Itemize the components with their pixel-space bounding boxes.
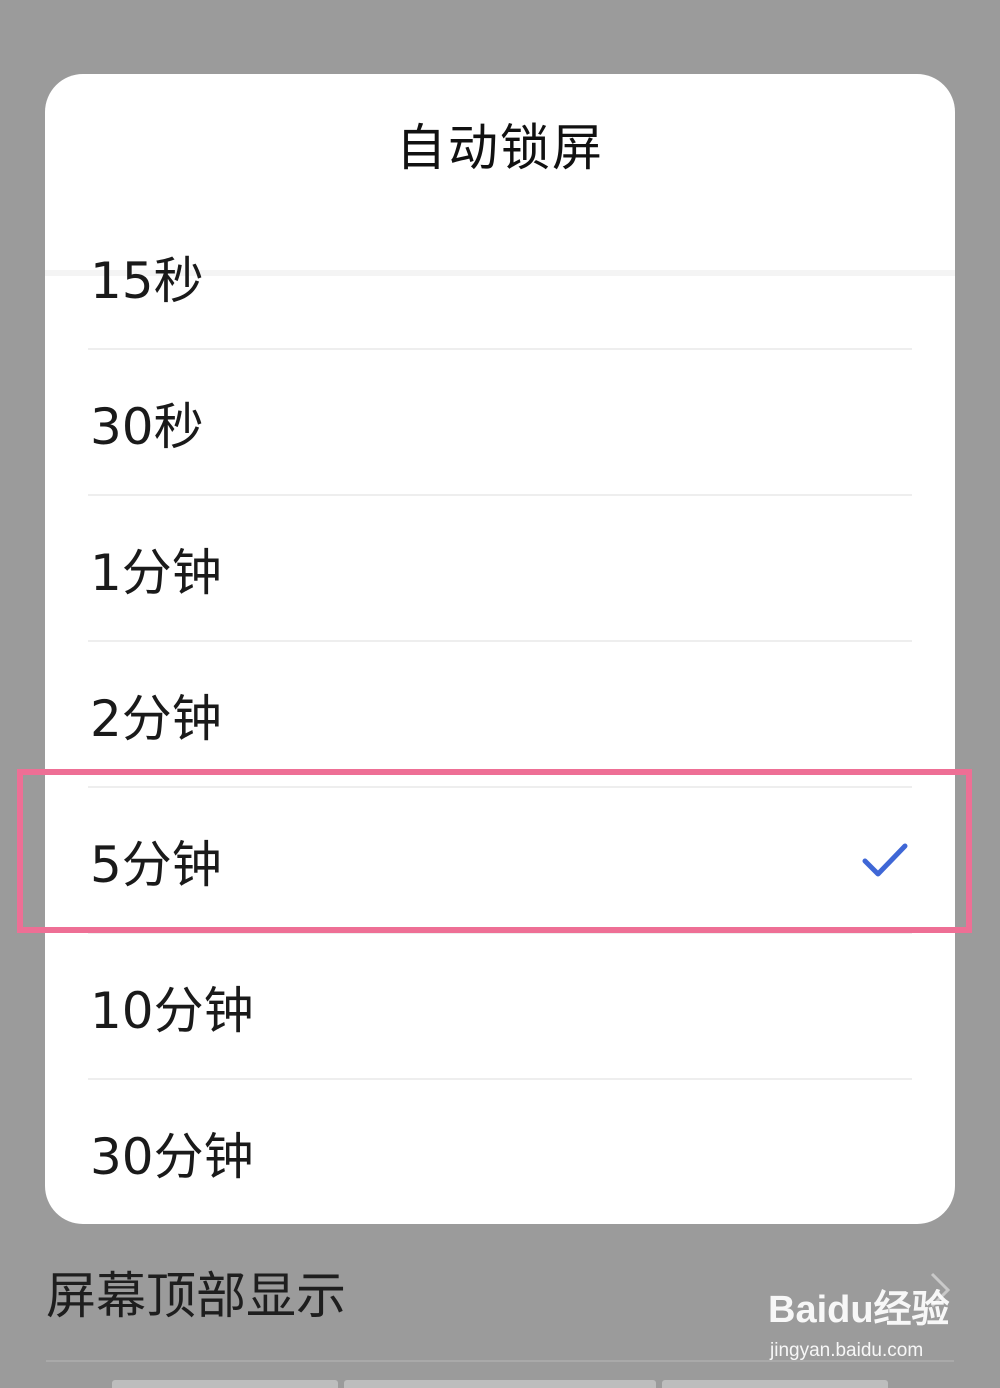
option-label: 2分钟 [90, 690, 222, 748]
divider [46, 1360, 954, 1362]
option-label: 30秒 [90, 398, 204, 456]
option-30-minutes[interactable]: 30分钟 [45, 1080, 955, 1226]
watermark-url: jingyan.baidu.com [770, 1340, 924, 1361]
option-5-minutes[interactable]: 5分钟 [45, 788, 955, 934]
dialog-title: 自动锁屏 [396, 119, 604, 177]
bottom-tab-strip [0, 1380, 1000, 1388]
chevron-right-icon [930, 1272, 951, 1308]
option-label: 5分钟 [90, 836, 222, 894]
checkmark-icon [862, 843, 908, 877]
option-label: 15秒 [90, 252, 204, 310]
option-label: 30分钟 [90, 1128, 254, 1186]
option-label: 10分钟 [90, 982, 254, 1040]
screen-top-display-row[interactable]: 屏幕顶部显示 [0, 1230, 1000, 1340]
option-label: 1分钟 [90, 544, 222, 602]
option-30-seconds[interactable]: 30秒 [45, 350, 955, 496]
option-2-minutes[interactable]: 2分钟 [45, 642, 955, 788]
option-10-minutes[interactable]: 10分钟 [45, 934, 955, 1080]
option-1-minute[interactable]: 1分钟 [45, 496, 955, 642]
screen-top-display-label: 屏幕顶部显示 [46, 1267, 346, 1325]
option-15-seconds[interactable]: 15秒 [45, 204, 955, 350]
